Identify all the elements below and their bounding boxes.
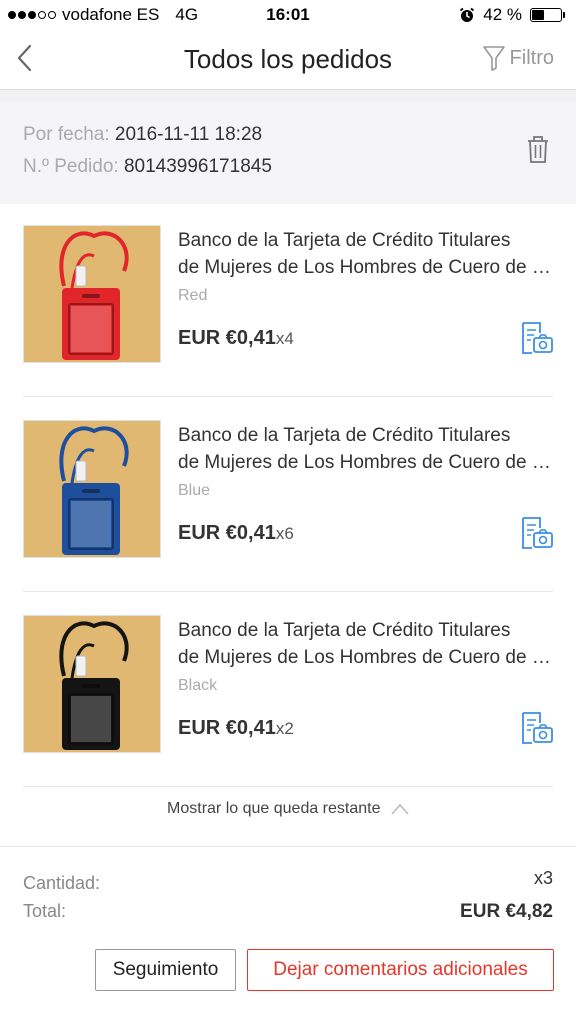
item-divider [23,591,553,592]
product-title-line1: Banco de la Tarjeta de Crédito Titulares [178,425,511,446]
order-number-value: 80143996171845 [123,156,272,177]
order-date-value: 2016-11-11 18:28 [114,124,263,145]
product-price: EUR €0,41x6 [178,522,294,545]
product-title-line1: Banco de la Tarjeta de Crédito Titulares [178,230,511,251]
item-quantity: x2 [275,719,294,738]
photo-review-icon[interactable] [520,321,554,355]
product-title[interactable]: Banco de la Tarjeta de Crédito Titulares… [178,617,554,671]
item-divider [23,786,553,787]
total-label: Total: [23,901,67,921]
order-number-label: N.º Pedido: [23,156,119,177]
item-quantity: x4 [275,329,294,348]
product-variant: Red [178,287,208,304]
product-title-line2: de Mujeres de Los Hombres de Cuero de Cu… [178,647,554,668]
tracking-button[interactable]: Seguimiento [95,949,236,991]
order-item[interactable]: Banco de la Tarjeta de Crédito Titulares… [0,595,576,790]
status-bar: vodafone ES 4G 16:01 42 % [0,0,576,30]
product-price: EUR €0,41x2 [178,717,294,740]
price-amount: EUR €0,41 [178,717,276,739]
order-item[interactable]: Banco de la Tarjeta de Crédito Titulares… [0,205,576,400]
show-remaining-label: Mostrar lo que queda restante [167,800,381,817]
quantity-label: Cantidad: [23,873,101,893]
summary-divider [0,846,576,847]
photo-review-icon[interactable] [520,711,554,745]
product-title[interactable]: Banco de la Tarjeta de Crédito Titulares… [178,227,554,281]
battery-icon [530,8,565,22]
battery-fill [532,10,544,20]
order-header: Por fecha: 2016-11-11 18:28 N.º Pedido: … [0,102,576,204]
item-divider [23,396,553,397]
battery-percent: 42 % [483,5,522,24]
product-image [24,226,160,362]
product-variant: Blue [178,482,211,499]
product-price: EUR €0,41x4 [178,327,294,350]
product-title-line2: de Mujeres de Los Hombres de Cuero de Cu… [178,452,554,473]
product-title-line1: Banco de la Tarjeta de Crédito Titulares [178,620,511,641]
trash-icon[interactable] [526,134,550,164]
product-image [24,421,160,557]
product-thumbnail[interactable] [23,225,161,363]
price-amount: EUR €0,41 [178,522,276,544]
filter-label: Filtro [509,46,554,69]
price-amount: EUR €0,41 [178,327,276,349]
total-value: EUR €4,82 [460,901,553,922]
filter-button[interactable]: Filtro [482,44,554,72]
quantity-value: x3 [533,868,553,888]
alarm-clock-icon [460,7,475,22]
order-date: Por fecha: 2016-11-11 18:28 [23,124,262,146]
product-thumbnail[interactable] [23,615,161,753]
chevron-up-icon [391,803,409,815]
leave-feedback-button[interactable]: Dejar comentarios adicionales [247,949,554,991]
order-number: N.º Pedido: 80143996171845 [23,156,272,178]
funnel-icon [482,46,505,71]
nav-bar: Todos los pedidos Filtro [0,30,576,90]
section-gap [0,90,576,102]
product-title-line2: de Mujeres de Los Hombres de Cuero de Cu… [178,257,554,278]
order-date-label: Por fecha: [23,124,110,145]
product-title[interactable]: Banco de la Tarjeta de Crédito Titulares… [178,422,554,476]
item-quantity: x6 [275,524,294,543]
product-image [24,616,160,752]
product-variant: Black [178,677,218,694]
product-thumbnail[interactable] [23,420,161,558]
order-item[interactable]: Banco de la Tarjeta de Crédito Titulares… [0,400,576,595]
photo-review-icon[interactable] [520,516,554,550]
show-remaining-button[interactable]: Mostrar lo que queda restante [0,800,576,834]
status-right: 42 % [459,5,565,25]
